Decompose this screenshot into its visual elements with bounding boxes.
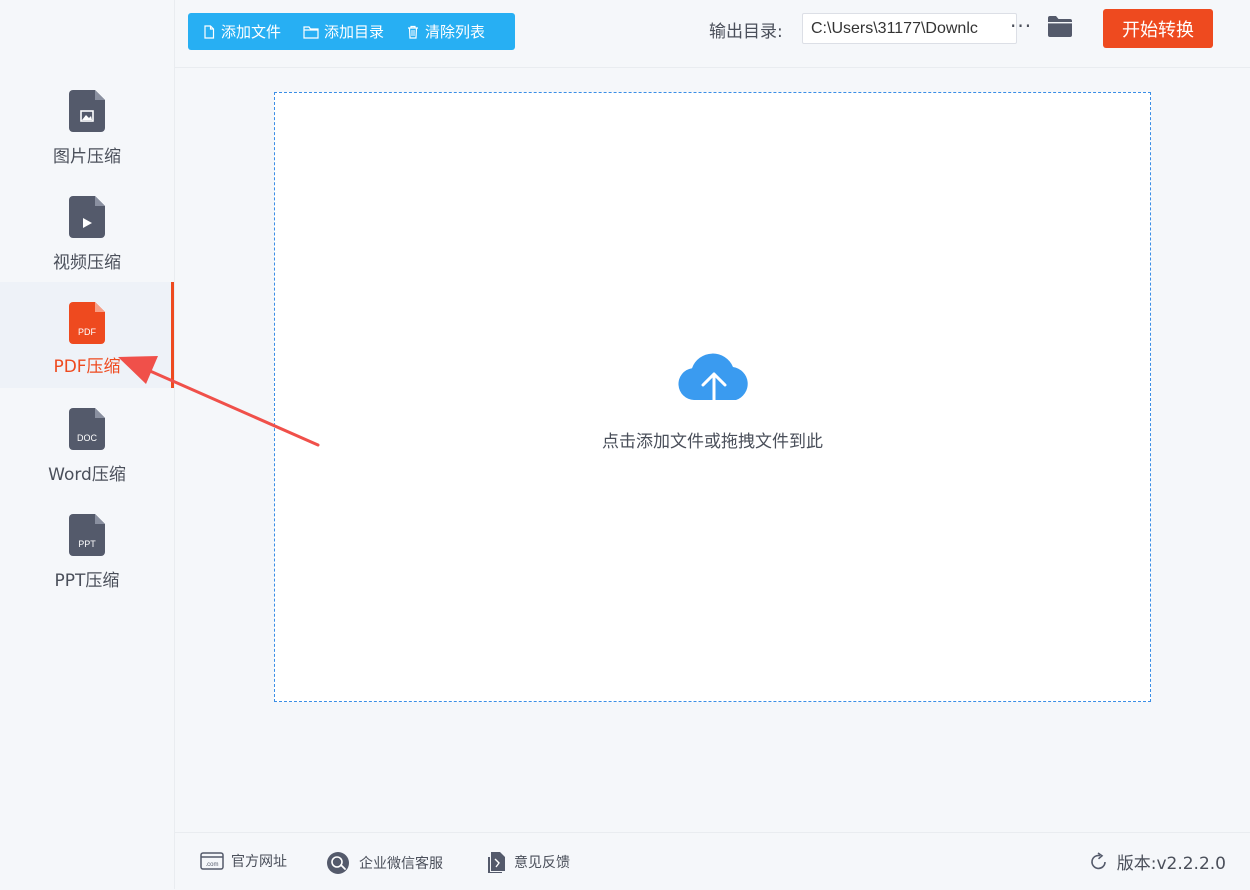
feedback-icon xyxy=(488,852,505,873)
image-file-icon xyxy=(69,90,105,132)
output-directory-label: 输出目录: xyxy=(709,22,783,42)
sidebar-item-label: Word压缩 xyxy=(48,465,126,485)
cloud-upload-icon xyxy=(678,353,748,416)
website-icon: .com xyxy=(200,852,224,870)
pdf-badge-text: PDF xyxy=(78,327,97,337)
sidebar-item-label: 视频压缩 xyxy=(53,253,121,273)
clear-list-button[interactable]: 清除列表 xyxy=(392,13,493,50)
sidebar-item-label: 图片压缩 xyxy=(53,147,121,167)
add-directory-button[interactable]: 添加目录 xyxy=(289,13,392,50)
feedback-label: 意见反馈 xyxy=(514,855,570,871)
wechat-support-link[interactable]: 企业微信客服 xyxy=(326,851,443,875)
wechat-support-label: 企业微信客服 xyxy=(359,856,443,872)
more-options-button[interactable]: ··· xyxy=(1010,14,1032,38)
doc-badge-text: DOC xyxy=(77,433,98,443)
active-indicator xyxy=(171,282,174,388)
sidebar-item-word-compress[interactable]: DOC Word压缩 xyxy=(0,400,174,506)
add-file-label: 添加文件 xyxy=(221,23,282,41)
sidebar-item-image-compress[interactable]: 图片压缩 xyxy=(0,82,174,188)
version-label: 版本:v2.2.2.0 xyxy=(1116,854,1226,874)
trash-icon xyxy=(408,25,419,39)
sidebar-item-video-compress[interactable]: 视频压缩 xyxy=(0,188,174,294)
sidebar: 图片压缩 视频压缩 PDF PDF压缩 DOC Word压缩 PPT PPT压缩 xyxy=(0,0,175,889)
svg-text:.com: .com xyxy=(205,862,218,868)
pdf-file-icon: PDF xyxy=(69,302,105,344)
doc-file-icon: DOC xyxy=(69,408,105,450)
sidebar-item-label: PDF压缩 xyxy=(53,357,121,377)
add-file-button[interactable]: 添加文件 xyxy=(188,13,289,50)
add-directory-label: 添加目录 xyxy=(324,23,385,41)
video-file-icon xyxy=(69,196,105,238)
start-convert-button[interactable]: 开始转换 xyxy=(1103,9,1213,48)
sidebar-item-ppt-compress[interactable]: PPT PPT压缩 xyxy=(0,506,174,612)
drop-zone-hint: 点击添加文件或拖拽文件到此 xyxy=(602,432,823,452)
folder-outline-icon xyxy=(303,25,319,39)
file-drop-zone[interactable]: 点击添加文件或拖拽文件到此 xyxy=(274,92,1151,702)
feedback-link[interactable]: 意见反馈 xyxy=(487,851,570,873)
wechat-support-icon xyxy=(327,852,349,874)
official-website-link[interactable]: .com 官方网址 xyxy=(200,851,287,871)
version-info: 版本:v2.2.2.0 xyxy=(1089,849,1226,874)
output-directory-input[interactable]: C:\Users\31177\Downlc xyxy=(802,13,1017,44)
folder-icon[interactable] xyxy=(1047,15,1073,39)
clear-list-label: 清除列表 xyxy=(425,23,486,41)
top-toolbar: 添加文件 添加目录 清除列表 输出目录: C:\Users\31177\Down… xyxy=(175,0,1250,68)
ppt-badge-text: PPT xyxy=(78,539,96,549)
ppt-file-icon: PPT xyxy=(69,514,105,556)
file-actions-group: 添加文件 添加目录 清除列表 xyxy=(188,13,515,50)
sidebar-item-pdf-compress[interactable]: PDF PDF压缩 xyxy=(0,282,174,388)
refresh-icon[interactable] xyxy=(1089,851,1109,872)
file-icon xyxy=(204,24,215,39)
footer-bar: .com 官方网址 企业微信客服 意见反馈 版本:v2.2.2.0 xyxy=(175,832,1250,890)
official-website-label: 官方网址 xyxy=(231,854,287,870)
sidebar-item-label: PPT压缩 xyxy=(54,571,120,591)
